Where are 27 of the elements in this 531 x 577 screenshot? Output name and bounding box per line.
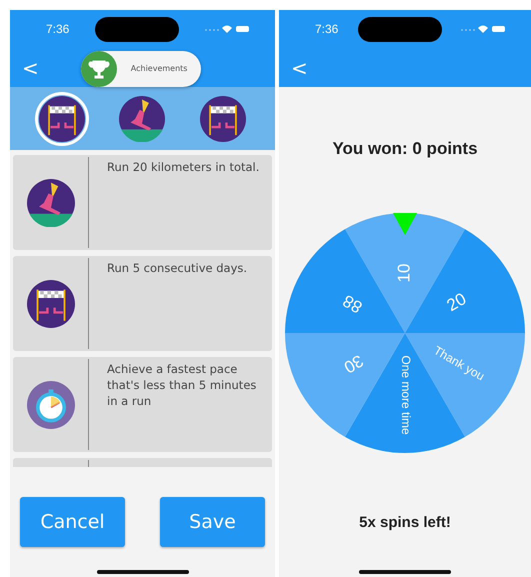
wheel-label: 10 <box>394 264 414 282</box>
running-shoe-icon <box>119 96 166 142</box>
achievement-text: Run 20 kilometers in total. <box>106 159 260 176</box>
badge-button[interactable] <box>35 92 90 146</box>
save-button[interactable]: Save <box>160 497 265 547</box>
stopwatch-icon <box>26 380 74 428</box>
running-shoe-icon <box>26 178 74 226</box>
back-button[interactable]: < <box>18 56 43 80</box>
achievement-card[interactable]: Run 5 consecutive days. <box>13 256 272 351</box>
wheel-label: 20 <box>444 289 470 316</box>
result-text: You won: 0 points <box>332 139 478 159</box>
achievement-text: Achieve a fastest pace that's less than 5 minutes in a run <box>106 361 258 410</box>
back-button[interactable]: < <box>287 56 312 80</box>
pointer-icon <box>393 213 417 235</box>
achievement-card[interactable]: Achieve a fastest pace that's less than 5 minutes in a run <box>13 357 272 452</box>
status-icons <box>204 24 249 34</box>
wheel-label: One more time <box>398 355 413 435</box>
achievement-card[interactable]: Run 20 kilometers in total. <box>13 155 272 250</box>
status-time: 7:36 <box>315 22 338 36</box>
screen-title: Achievements <box>130 64 188 73</box>
achievement-text: Run 5 consecutive days. <box>106 260 248 277</box>
spins-left-text: 5x spins left! <box>359 514 451 531</box>
cancel-button[interactable]: Cancel <box>20 497 125 547</box>
wheel-label: 30 <box>340 350 366 377</box>
status-time: 7:36 <box>46 22 70 36</box>
status-icons <box>460 24 505 34</box>
wheel-label: 88 <box>340 290 366 317</box>
